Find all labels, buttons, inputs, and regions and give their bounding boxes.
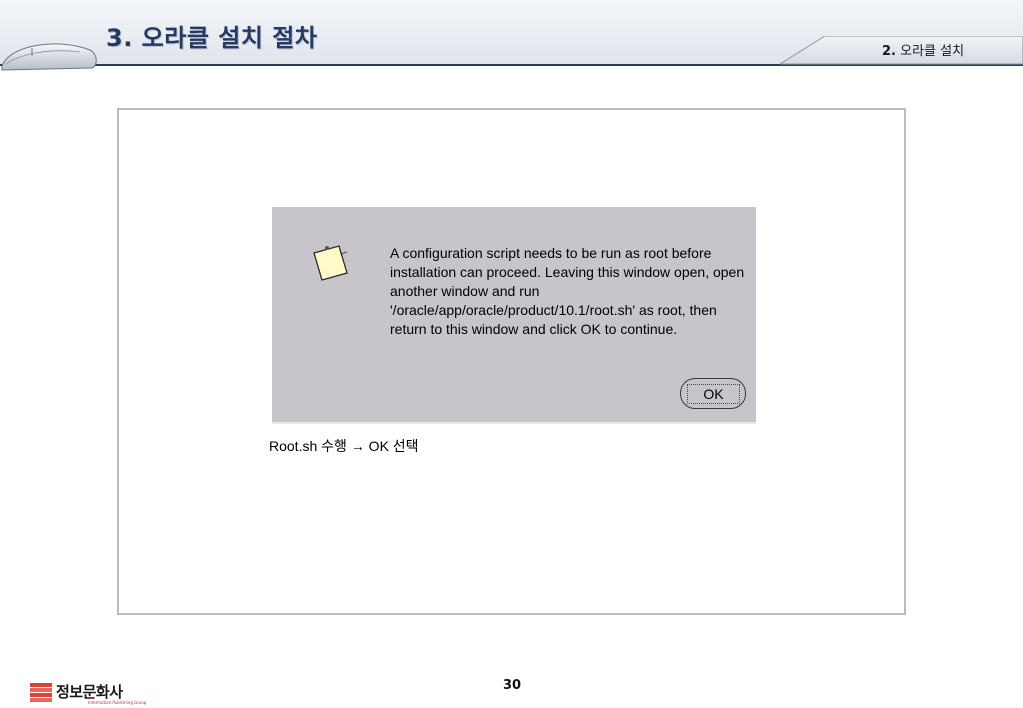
logo-subtitle: Information Publishing Group	[88, 700, 147, 705]
publisher-logo: 정보문화사 Information Publishing Group	[30, 681, 150, 705]
ok-button[interactable]: OK	[680, 378, 746, 409]
section-label: 2. 오라클 설치	[882, 40, 964, 59]
instruction-caption: Root.sh 수행 → OK 선택	[269, 438, 419, 454]
ok-button-label: OK	[687, 384, 740, 404]
root-script-dialog: A configuration script needs to be run a…	[272, 207, 756, 424]
section-text: 오라클 설치	[895, 44, 965, 59]
title-number: 3.	[106, 24, 133, 52]
mouse-decoration-icon	[1, 43, 97, 71]
logo-name: 정보문화사	[56, 683, 123, 701]
page-title: 3. 오라클 설치 절차	[106, 18, 317, 53]
note-icon	[313, 245, 348, 281]
dialog-message: A configuration script needs to be run a…	[390, 245, 745, 337]
title-text: 오라클 설치 절차	[132, 24, 318, 52]
logo-mark-icon	[30, 683, 52, 702]
section-number: 2.	[882, 44, 896, 59]
page-number: 30	[503, 678, 522, 693]
